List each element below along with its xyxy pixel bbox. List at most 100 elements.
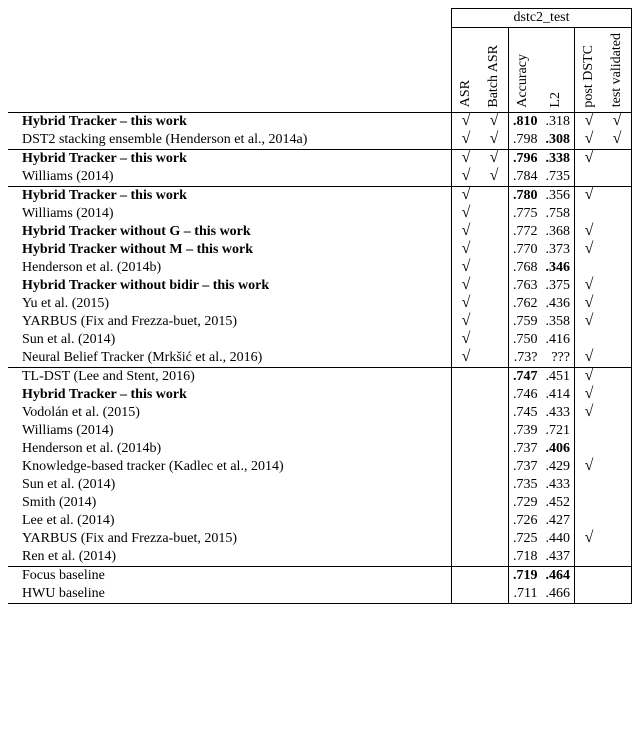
method-name: HWU baseline bbox=[8, 585, 452, 604]
post-dstc-cell: √ bbox=[575, 131, 604, 150]
table-row: YARBUS (Fix and Frezza-buet, 2015).725.4… bbox=[8, 530, 632, 548]
check-icon: √ bbox=[585, 132, 594, 146]
table-row: Hybrid Tracker without bidir – this work… bbox=[8, 277, 632, 295]
check-icon: √ bbox=[585, 278, 594, 292]
test-validated-cell bbox=[603, 494, 632, 512]
asr-cell bbox=[452, 458, 481, 476]
asr-cell: √ bbox=[452, 150, 481, 169]
post-dstc-cell: √ bbox=[575, 386, 604, 404]
l2-cell: .338 bbox=[542, 150, 575, 169]
check-icon: √ bbox=[462, 114, 471, 128]
l2-cell: .318 bbox=[542, 113, 575, 132]
asr-cell bbox=[452, 530, 481, 548]
method-name: Hybrid Tracker – this work bbox=[8, 113, 452, 132]
post-dstc-cell bbox=[575, 476, 604, 494]
l2-cell: .464 bbox=[542, 567, 575, 586]
col-l2: L2 bbox=[542, 28, 575, 113]
batch-asr-cell: √ bbox=[480, 113, 509, 132]
accuracy-cell: .718 bbox=[509, 548, 542, 567]
check-icon: √ bbox=[462, 151, 471, 165]
accuracy-cell: .796 bbox=[509, 150, 542, 169]
method-name: TL-DST (Lee and Stent, 2016) bbox=[8, 368, 452, 387]
method-name: Ren et al. (2014) bbox=[8, 548, 452, 567]
post-dstc-cell bbox=[575, 168, 604, 187]
method-name: Sun et al. (2014) bbox=[8, 476, 452, 494]
batch-asr-cell bbox=[480, 205, 509, 223]
post-dstc-cell: √ bbox=[575, 223, 604, 241]
accuracy-cell: .711 bbox=[509, 585, 542, 604]
l2-cell: .440 bbox=[542, 530, 575, 548]
table-row: Ren et al. (2014).718.437 bbox=[8, 548, 632, 567]
method-name: Williams (2014) bbox=[8, 422, 452, 440]
batch-asr-cell bbox=[480, 440, 509, 458]
table-row: Hybrid Tracker – this work√.780.356√ bbox=[8, 187, 632, 206]
accuracy-cell: .762 bbox=[509, 295, 542, 313]
test-validated-cell bbox=[603, 313, 632, 331]
batch-asr-cell bbox=[480, 512, 509, 530]
l2-cell: .373 bbox=[542, 241, 575, 259]
table-row: Focus baseline.719.464 bbox=[8, 567, 632, 586]
accuracy-cell: .768 bbox=[509, 259, 542, 277]
col-accuracy: Accuracy bbox=[509, 28, 542, 113]
l2-cell: .758 bbox=[542, 205, 575, 223]
test-validated-cell bbox=[603, 512, 632, 530]
post-dstc-cell bbox=[575, 548, 604, 567]
check-icon: √ bbox=[462, 188, 471, 202]
post-dstc-cell: √ bbox=[575, 530, 604, 548]
l2-cell: .433 bbox=[542, 476, 575, 494]
table-row: Hybrid Tracker without M – this work√.77… bbox=[8, 241, 632, 259]
test-validated-cell bbox=[603, 349, 632, 368]
post-dstc-cell bbox=[575, 331, 604, 349]
table-row: Henderson et al. (2014b)√.768.346 bbox=[8, 259, 632, 277]
asr-cell: √ bbox=[452, 241, 481, 259]
post-dstc-cell: √ bbox=[575, 349, 604, 368]
test-validated-cell bbox=[603, 368, 632, 387]
test-validated-cell: √ bbox=[603, 131, 632, 150]
method-name: Sun et al. (2014) bbox=[8, 331, 452, 349]
asr-cell: √ bbox=[452, 331, 481, 349]
table-row: Neural Belief Tracker (Mrkšić et al., 20… bbox=[8, 349, 632, 368]
l2-cell: ??? bbox=[542, 349, 575, 368]
table-row: Hybrid Tracker – this work.746.414√ bbox=[8, 386, 632, 404]
l2-cell: .429 bbox=[542, 458, 575, 476]
table-row: Hybrid Tracker – this work√√.810.318√√ bbox=[8, 113, 632, 132]
batch-asr-cell bbox=[480, 368, 509, 387]
post-dstc-cell: √ bbox=[575, 150, 604, 169]
test-validated-cell bbox=[603, 187, 632, 206]
test-validated-cell bbox=[603, 205, 632, 223]
l2-cell: .735 bbox=[542, 168, 575, 187]
asr-cell: √ bbox=[452, 187, 481, 206]
method-name: Knowledge-based tracker (Kadlec et al., … bbox=[8, 458, 452, 476]
post-dstc-cell bbox=[575, 259, 604, 277]
l2-cell: .451 bbox=[542, 368, 575, 387]
batch-asr-cell bbox=[480, 295, 509, 313]
accuracy-cell: .719 bbox=[509, 567, 542, 586]
check-icon: √ bbox=[490, 151, 499, 165]
asr-cell bbox=[452, 567, 481, 586]
check-icon: √ bbox=[585, 151, 594, 165]
post-dstc-cell: √ bbox=[575, 187, 604, 206]
accuracy-cell: .759 bbox=[509, 313, 542, 331]
l2-cell: .368 bbox=[542, 223, 575, 241]
post-dstc-cell: √ bbox=[575, 113, 604, 132]
accuracy-cell: .770 bbox=[509, 241, 542, 259]
batch-asr-cell bbox=[480, 187, 509, 206]
asr-cell: √ bbox=[452, 295, 481, 313]
accuracy-cell: .725 bbox=[509, 530, 542, 548]
table-row: Knowledge-based tracker (Kadlec et al., … bbox=[8, 458, 632, 476]
asr-cell bbox=[452, 422, 481, 440]
col-post-dstc: post DSTC bbox=[575, 28, 604, 113]
accuracy-cell: .745 bbox=[509, 404, 542, 422]
accuracy-cell: .737 bbox=[509, 440, 542, 458]
table-row: Lee et al. (2014).726.427 bbox=[8, 512, 632, 530]
table-row: Henderson et al. (2014b).737.406 bbox=[8, 440, 632, 458]
accuracy-cell: .726 bbox=[509, 512, 542, 530]
post-dstc-cell: √ bbox=[575, 404, 604, 422]
method-name: Hybrid Tracker – this work bbox=[8, 150, 452, 169]
test-validated-cell bbox=[603, 440, 632, 458]
method-name: Lee et al. (2014) bbox=[8, 512, 452, 530]
post-dstc-cell: √ bbox=[575, 277, 604, 295]
col-test-validated: test validated bbox=[603, 28, 632, 113]
check-icon: √ bbox=[585, 531, 594, 545]
post-dstc-cell: √ bbox=[575, 458, 604, 476]
